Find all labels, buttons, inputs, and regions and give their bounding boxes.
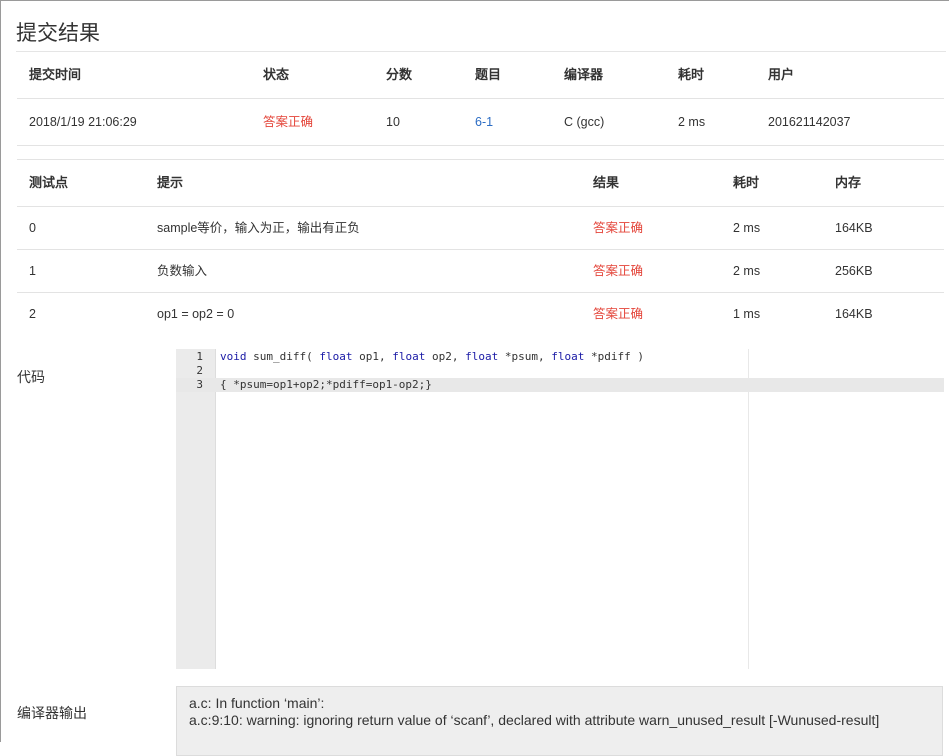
problem-link[interactable]: 6-1 xyxy=(475,99,493,145)
case-id: 0 xyxy=(29,221,36,235)
summary-header-row: 提交时间 状态 分数 题目 编译器 耗时 用户 xyxy=(17,52,944,99)
header-result: 结果 xyxy=(593,175,620,190)
table-row: 0 sample等价，输入为正，输出有正负 答案正确 2 ms 164KB xyxy=(17,207,944,250)
case-time: 2 ms xyxy=(733,264,761,278)
header-status: 状态 xyxy=(263,67,290,82)
case-result: 答案正确 xyxy=(593,307,644,321)
code-line-text: void sum_diff( float op1, float op2, flo… xyxy=(220,350,644,363)
line-number: 3 xyxy=(196,378,203,391)
code-line-text: { *psum=op1+op2;*pdiff=op1-op2;} xyxy=(220,378,432,391)
line-number: 1 xyxy=(196,350,203,363)
print-margin xyxy=(748,349,749,669)
case-id: 1 xyxy=(29,264,36,278)
line-number-gutter xyxy=(176,349,216,669)
case-hint: op1 = op2 = 0 xyxy=(157,307,235,321)
code-line: 2 xyxy=(176,364,944,378)
case-result: 答案正确 xyxy=(593,264,644,278)
header-score: 分数 xyxy=(386,67,413,82)
header-duration: 耗时 xyxy=(678,67,705,82)
cases-header-row: 测试点 提示 结果 耗时 内存 xyxy=(17,159,944,207)
compiler-output-line: a.c:9:10: warning: ignoring return value… xyxy=(189,712,880,728)
case-result: 答案正确 xyxy=(593,221,644,235)
header-test-point: 测试点 xyxy=(29,175,69,190)
code-label: 代码 xyxy=(17,369,45,385)
code-line: 1 void sum_diff( float op1, float op2, f… xyxy=(176,350,944,364)
table-row: 1 负数输入 答案正确 2 ms 256KB xyxy=(17,250,944,293)
status-badge: 答案正确 xyxy=(263,115,314,129)
page-title: 提交结果 xyxy=(16,22,100,45)
test-cases-table: 测试点 提示 结果 耗时 内存 0 sample等价，输入为正，输出有正负 答案… xyxy=(17,159,944,335)
case-hint: 负数输入 xyxy=(157,264,208,278)
case-time: 2 ms xyxy=(733,221,761,235)
submission-summary-table: 提交时间 状态 分数 题目 编译器 耗时 用户 2018/1/19 21:06:… xyxy=(17,52,944,146)
line-number: 2 xyxy=(196,364,203,377)
duration-value: 2 ms xyxy=(678,115,706,129)
case-time: 1 ms xyxy=(733,307,761,321)
compiler-output-line: a.c: In function ‘main’: xyxy=(189,695,325,711)
user-value: 201621142037 xyxy=(768,115,851,129)
code-line-active: 3 { *psum=op1+op2;*pdiff=op1-op2;} xyxy=(176,378,944,392)
header-compiler: 编译器 xyxy=(564,67,604,82)
header-user: 用户 xyxy=(768,67,795,82)
header-problem: 题目 xyxy=(475,67,502,82)
code-editor[interactable]: 1 void sum_diff( float op1, float op2, f… xyxy=(176,349,944,669)
header-time: 耗时 xyxy=(733,175,760,190)
header-submit-time: 提交时间 xyxy=(29,67,82,82)
case-memory: 256KB xyxy=(835,264,873,278)
compiler-value: C (gcc) xyxy=(564,115,605,129)
case-memory: 164KB xyxy=(835,307,873,321)
compiler-output-box: a.c: In function ‘main’: a.c:9:10: warni… xyxy=(176,686,943,756)
case-id: 2 xyxy=(29,307,36,321)
case-memory: 164KB xyxy=(835,221,873,235)
header-hint: 提示 xyxy=(157,175,184,190)
table-row: 2 op1 = op2 = 0 答案正确 1 ms 164KB xyxy=(17,293,944,335)
result-panel: 提交结果 提交时间 状态 分数 题目 编译器 耗时 用户 2018/1/19 2… xyxy=(0,0,949,756)
compiler-output-label: 编译器输出 xyxy=(17,705,87,721)
header-memory: 内存 xyxy=(835,175,862,190)
submit-time: 2018/1/19 21:06:29 xyxy=(29,115,137,129)
score-value: 10 xyxy=(386,115,400,129)
summary-row: 2018/1/19 21:06:29 答案正确 10 6-1 C (gcc) 2… xyxy=(17,99,944,146)
case-hint: sample等价，输入为正，输出有正负 xyxy=(157,221,360,235)
